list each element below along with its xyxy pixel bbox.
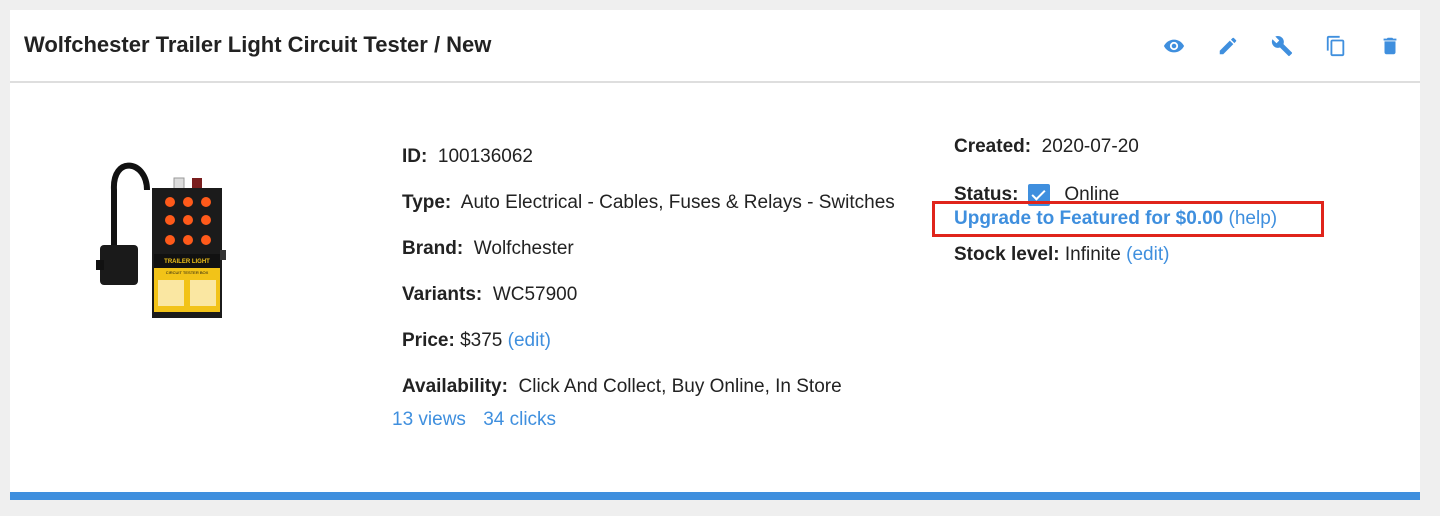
view-button[interactable] bbox=[1162, 34, 1186, 58]
page-title: Wolfchester Trailer Light Circuit Tester… bbox=[24, 32, 492, 57]
wrench-icon bbox=[1271, 36, 1293, 57]
details-column: ID: 100136062 Type: Auto Electrical - Ca… bbox=[402, 146, 942, 422]
stock-label: Stock level: bbox=[954, 244, 1060, 265]
bottom-accent-bar bbox=[10, 492, 1420, 500]
id-row: ID: 100136062 bbox=[402, 146, 942, 192]
help-link[interactable]: (help) bbox=[1229, 208, 1278, 229]
brand-value: Wolfchester bbox=[473, 238, 574, 259]
clicks-link[interactable]: 34 clicks bbox=[483, 409, 556, 430]
id-label: ID: bbox=[402, 146, 428, 167]
product-label-line2: CIRCUIT TESTER BOX bbox=[166, 270, 209, 275]
product-image: TRAILER LIGHT CIRCUIT TESTER BOX bbox=[96, 162, 226, 318]
eye-icon bbox=[1163, 39, 1185, 53]
stats-row: 13 views 34 clicks bbox=[392, 409, 568, 431]
product-card: Wolfchester Trailer Light Circuit Tester… bbox=[10, 10, 1420, 500]
upgrade-featured-link[interactable]: Upgrade to Featured for $0.00 bbox=[954, 208, 1223, 229]
variants-row: Variants: WC57900 bbox=[402, 284, 942, 330]
upgrade-row: Upgrade to Featured for $0.00 (help) bbox=[954, 208, 1277, 230]
variants-label: Variants: bbox=[402, 284, 483, 305]
availability-label: Availability: bbox=[402, 376, 508, 397]
price-edit-link[interactable]: (edit) bbox=[508, 330, 551, 351]
price-label: Price: bbox=[402, 330, 455, 351]
stock-edit-link[interactable]: (edit) bbox=[1126, 244, 1169, 265]
action-toolbar bbox=[1162, 34, 1402, 58]
availability-value: Click And Collect, Buy Online, In Store bbox=[518, 376, 842, 397]
created-row: Created: 2020-07-20 bbox=[954, 136, 1394, 175]
stock-value: Infinite bbox=[1064, 244, 1121, 265]
pencil-icon bbox=[1219, 37, 1237, 55]
type-row: Type: Auto Electrical - Cables, Fuses & … bbox=[402, 192, 942, 238]
price-row: Price: $375 (edit) bbox=[402, 330, 942, 376]
card-header: Wolfchester Trailer Light Circuit Tester… bbox=[10, 10, 1420, 83]
brand-row: Brand: Wolfchester bbox=[402, 238, 942, 284]
variants-value: WC57900 bbox=[492, 284, 578, 305]
type-value: Auto Electrical - Cables, Fuses & Relays… bbox=[460, 192, 895, 213]
product-label-line1: TRAILER LIGHT bbox=[164, 259, 210, 265]
created-label: Created: bbox=[954, 136, 1032, 157]
brand-label: Brand: bbox=[402, 238, 464, 259]
edit-button[interactable] bbox=[1216, 34, 1240, 58]
delete-button[interactable] bbox=[1378, 34, 1402, 58]
id-value: 100136062 bbox=[437, 146, 533, 167]
duplicate-button[interactable] bbox=[1324, 34, 1348, 58]
price-value: $375 bbox=[460, 330, 503, 351]
trash-icon bbox=[1383, 37, 1397, 55]
stock-row: Stock level: Infinite (edit) bbox=[954, 244, 1169, 266]
settings-button[interactable] bbox=[1270, 34, 1294, 58]
created-value: 2020-07-20 bbox=[1041, 136, 1139, 157]
copy-icon bbox=[1326, 35, 1345, 57]
type-label: Type: bbox=[402, 192, 452, 213]
views-link[interactable]: 13 views bbox=[392, 409, 466, 430]
